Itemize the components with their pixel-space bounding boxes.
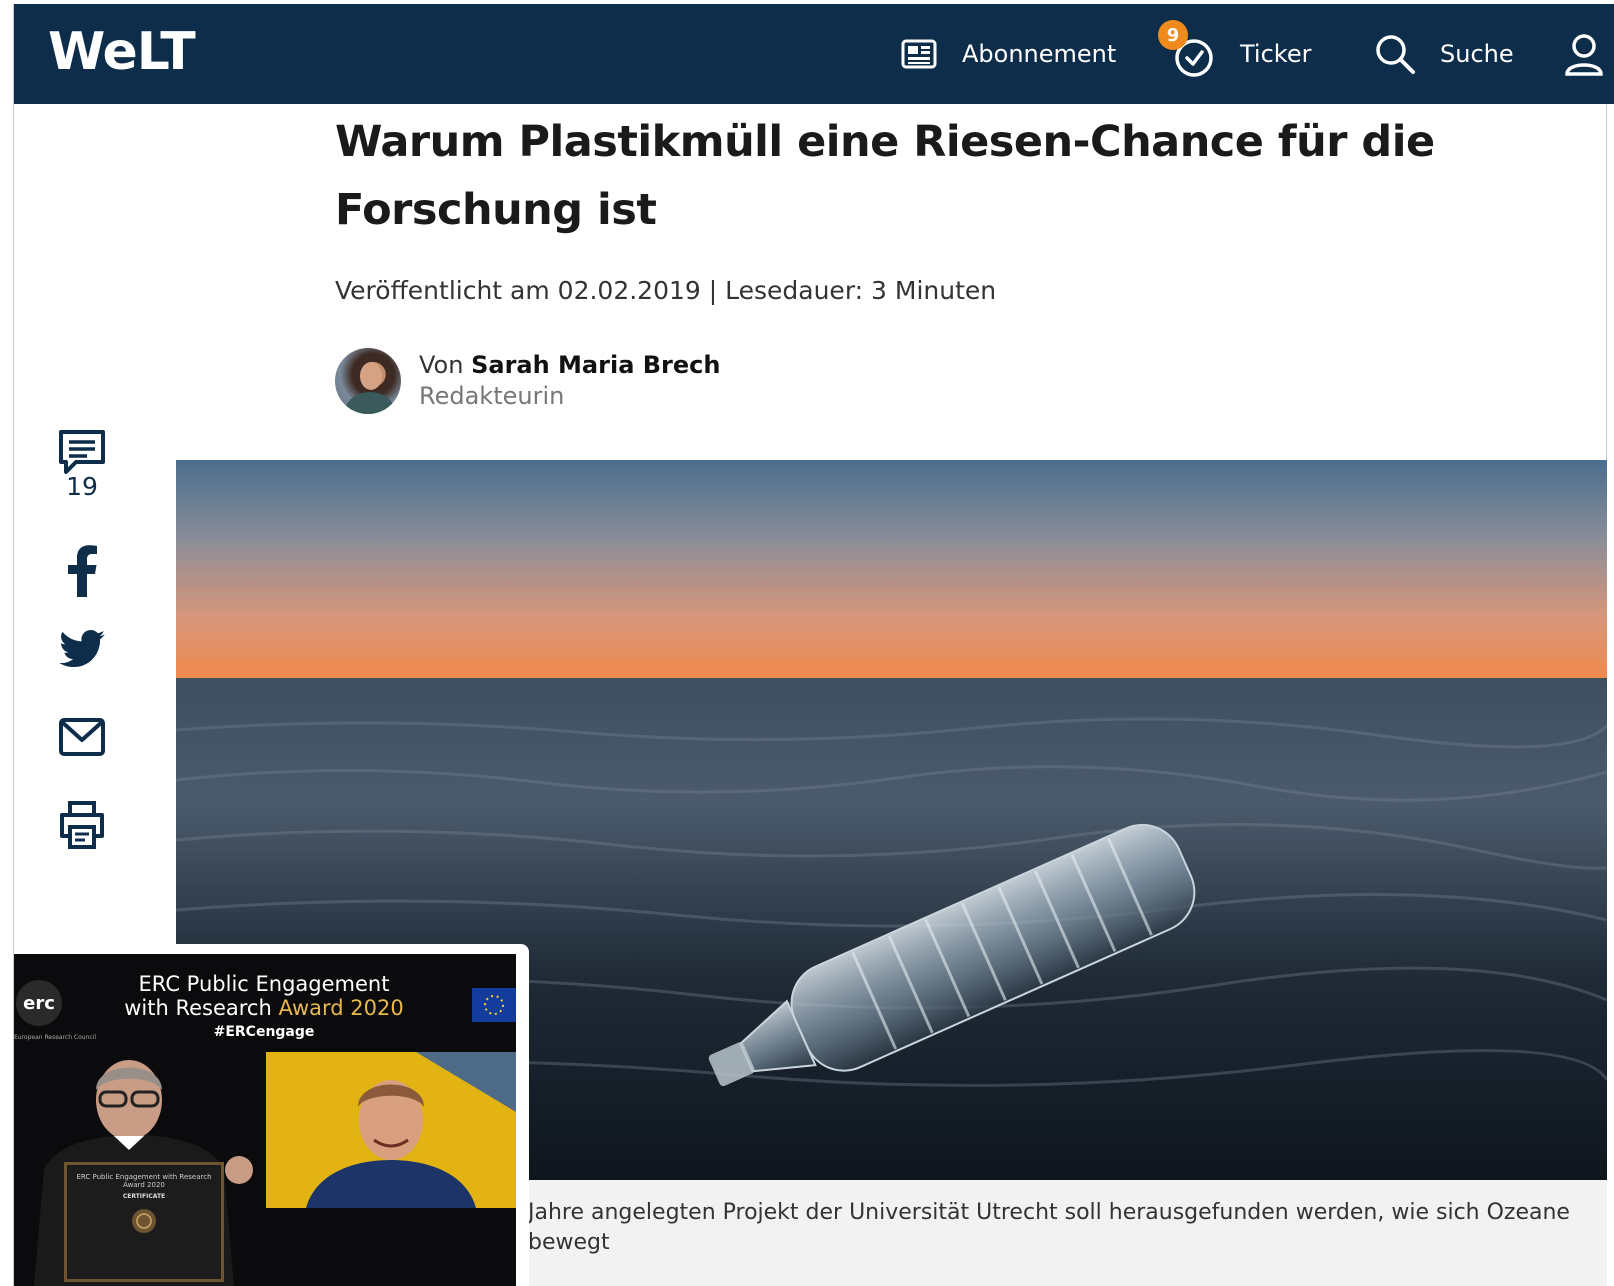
certificate-label: CERTIFICATE (122, 1193, 166, 1200)
clock-icon: 9 (1158, 20, 1216, 80)
award-title-line2: with Research Award 2020 (104, 996, 424, 1020)
author-role: Redakteurin (419, 382, 565, 410)
nav-abonnement[interactable]: Abonnement (900, 4, 1116, 104)
author-prefix: Von (419, 351, 464, 379)
award-title-year: Award 2020 (278, 996, 404, 1020)
seal-icon (132, 1209, 156, 1233)
facebook-share-button[interactable] (52, 545, 112, 601)
twitter-share-button[interactable] (52, 630, 112, 672)
newspaper-icon (900, 38, 938, 70)
print-button[interactable] (52, 800, 112, 854)
award-video-frame: erc European Research Council ERC Public… (14, 954, 516, 1286)
site-header: WeLT Abonnement 9 Ticker Suche (14, 4, 1614, 104)
erc-logo: erc (16, 980, 62, 1026)
user-icon (1564, 32, 1604, 76)
nav-ticker[interactable]: 9 Ticker (1158, 4, 1312, 104)
ticker-badge: 9 (1158, 20, 1188, 50)
facebook-icon (65, 545, 99, 601)
award-title-line1: ERC Public Engagement (138, 972, 390, 996)
award-certificate: ERC Public Engagement with Research Awar… (64, 1162, 224, 1282)
author-text: Von Sarah Maria Brech Redakteurin (419, 350, 720, 412)
eu-flag-icon (472, 988, 516, 1022)
participant-video (266, 1052, 516, 1208)
welt-logo[interactable]: WeLT (48, 22, 196, 82)
nav-search[interactable]: Suche (1374, 4, 1514, 104)
award-title-prefix: with Research (124, 996, 279, 1020)
article-meta: Veröffentlicht am 02.02.2019 | Lesedauer… (335, 276, 997, 305)
certificate-title: ERC Public Engagement with Research Awar… (76, 1173, 212, 1189)
nav-user[interactable] (1564, 4, 1604, 104)
nav-abonnement-label: Abonnement (962, 40, 1117, 68)
author-name[interactable]: Sarah Maria Brech (471, 351, 720, 379)
image-caption: Jahre angelegten Projekt der Universität… (528, 1200, 1570, 1255)
search-icon (1374, 33, 1416, 75)
mail-share-button[interactable] (52, 717, 112, 761)
nav-search-label: Suche (1440, 40, 1514, 68)
award-overlay: erc European Research Council ERC Public… (14, 944, 529, 1286)
twitter-icon (59, 630, 105, 672)
article-headline: Warum Plastikmüll eine Riesen-Chance für… (335, 117, 1435, 235)
print-icon (57, 800, 107, 854)
nav-ticker-label: Ticker (1240, 40, 1312, 68)
mail-icon (58, 717, 106, 761)
author-avatar[interactable] (335, 348, 401, 414)
comment-count[interactable]: 19 (52, 472, 112, 501)
erc-subtitle: European Research Council (14, 1034, 97, 1041)
award-hashtag: #ERCengage (213, 1024, 315, 1040)
award-title: ERC Public Engagement with Research Awar… (104, 972, 424, 1020)
author-block[interactable]: Von Sarah Maria Brech Redakteurin (335, 348, 720, 414)
